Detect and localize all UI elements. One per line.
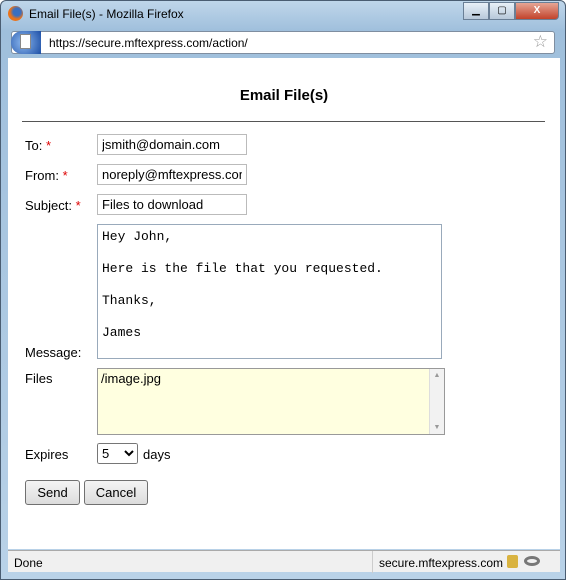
- send-button[interactable]: Send: [25, 480, 80, 505]
- browser-window: Email File(s) - Mozilla Firefox ▁ ▢ X ht…: [0, 0, 566, 580]
- lock-icon[interactable]: [507, 555, 518, 568]
- files-scrollbar[interactable]: ▲ ▼: [429, 369, 444, 434]
- divider: [22, 121, 545, 122]
- files-list[interactable]: /image.jpg ▲ ▼: [97, 368, 445, 435]
- from-field[interactable]: [97, 164, 247, 185]
- cancel-button[interactable]: Cancel: [84, 480, 148, 505]
- firefox-logo-icon: [8, 6, 23, 21]
- connection-icon: [524, 556, 540, 566]
- from-label: From: *: [25, 168, 68, 183]
- subject-field[interactable]: [97, 194, 247, 215]
- file-item[interactable]: /image.jpg: [101, 371, 161, 386]
- bookmark-star-icon[interactable]: ☆: [533, 32, 548, 52]
- to-label: To: *: [25, 138, 52, 153]
- files-label: Files: [25, 371, 53, 386]
- message-field[interactable]: Hey John, Here is the file that you requ…: [97, 224, 442, 359]
- minimize-button[interactable]: ▁: [463, 2, 489, 20]
- window-title: Email File(s) - Mozilla Firefox: [29, 7, 184, 21]
- page-icon: [20, 34, 31, 49]
- status-bar: Done secure.mftexpress.com: [8, 550, 560, 573]
- message-label: Message:: [25, 345, 82, 360]
- status-host: secure.mftexpress.com: [372, 551, 509, 573]
- page-content: Email File(s) To: * From: * Subject: * H…: [8, 58, 560, 549]
- address-bar[interactable]: https://secure.mftexpress.com/action/ ☆: [11, 31, 555, 54]
- subject-label: Subject: *: [25, 198, 81, 213]
- expires-label: Expires: [25, 447, 69, 462]
- expires-unit: days: [143, 447, 171, 462]
- page-title: Email File(s): [239, 87, 329, 104]
- expires-select[interactable]: 5: [97, 443, 138, 464]
- close-button[interactable]: X: [515, 2, 559, 20]
- site-identity-icon[interactable]: [11, 31, 41, 54]
- status-text: Done: [14, 556, 43, 570]
- maximize-button[interactable]: ▢: [489, 2, 515, 20]
- url-text[interactable]: https://secure.mftexpress.com/action/: [49, 36, 248, 50]
- to-field[interactable]: [97, 134, 247, 155]
